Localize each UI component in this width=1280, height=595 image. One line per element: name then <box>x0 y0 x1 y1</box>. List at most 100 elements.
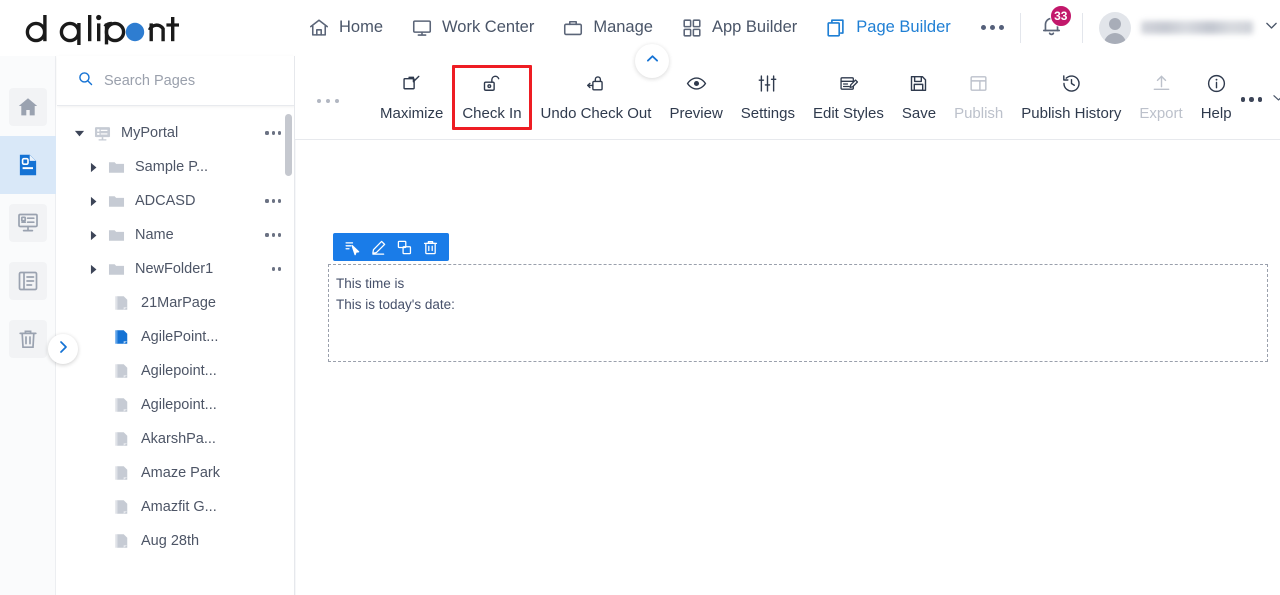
tree-node-myportal[interactable]: MyPortal <box>57 116 295 150</box>
nav-item-app-builder[interactable]: App Builder <box>667 0 811 56</box>
nav-item-page-builder[interactable]: Page Builder <box>811 0 964 56</box>
rail-item-portal[interactable] <box>0 194 56 252</box>
tree-node-menu-button[interactable] <box>265 199 281 203</box>
toolbar-button-label: Edit Styles <box>813 105 884 122</box>
dot <box>980 25 986 30</box>
tree-node-amazfit-g[interactable]: Amazfit G... <box>57 490 295 524</box>
folder-icon <box>103 226 129 245</box>
toolbar-overflow-right-button[interactable] <box>1240 97 1263 102</box>
portal-icon <box>9 204 47 242</box>
search-input[interactable]: Search Pages <box>104 73 195 89</box>
chevron-down-icon[interactable] <box>1270 89 1280 111</box>
editor-toolbar: Maximize Check In Undo Check Out Preview <box>295 44 1280 140</box>
tree-node-newfolder1[interactable]: NewFolder1 <box>57 252 295 286</box>
duplicate-icon[interactable] <box>392 235 416 259</box>
expand-panel-button[interactable] <box>48 334 78 364</box>
left-icon-rail <box>0 56 78 595</box>
info-icon <box>1206 73 1227 98</box>
toolbar-button-publish-history[interactable]: Publish History <box>1012 67 1130 128</box>
pencil-icon[interactable] <box>366 235 390 259</box>
toolbar-button-undo-check-out[interactable]: Undo Check Out <box>532 67 661 128</box>
rail-item-list[interactable] <box>0 252 56 310</box>
save-icon <box>908 73 929 98</box>
toolbar-button-label: Undo Check Out <box>540 105 652 122</box>
tree-node-menu-button[interactable] <box>271 267 281 271</box>
trash-icon <box>9 320 47 358</box>
toolbar-button-export: Export <box>1130 67 1191 128</box>
tree-scrollbar-thumb[interactable] <box>285 114 292 176</box>
tree-node-akarshpa[interactable]: AkarshPa... <box>57 422 295 456</box>
tree-node-adcasd[interactable]: ADCASD <box>57 184 295 218</box>
page-tree-list: MyPortal Sample P... ADCASD Name NewFold… <box>57 106 295 595</box>
page-file-icon <box>109 294 135 312</box>
avatar-icon <box>1098 11 1131 44</box>
toolbar-button-label: Save <box>901 105 937 122</box>
toolbar-overflow-left-button[interactable] <box>317 98 339 103</box>
tree-node-label: MyPortal <box>121 125 179 141</box>
search-pages-field[interactable]: Search Pages <box>57 56 295 106</box>
toolbar-button-settings[interactable]: Settings <box>732 67 804 128</box>
select-element-icon[interactable] <box>340 235 364 259</box>
lock-undo-icon <box>585 73 606 98</box>
toolbar-button-label: Publish History <box>1021 105 1122 122</box>
page-file-icon <box>109 328 135 346</box>
tree-node-menu-button[interactable] <box>265 233 281 237</box>
caret-down-icon[interactable] <box>69 128 89 139</box>
nav-item-home[interactable]: Home <box>294 0 397 56</box>
toolbar-button-label: Check In <box>462 105 522 122</box>
toolbar-button-save[interactable]: Save <box>893 67 945 128</box>
caret-right-icon[interactable] <box>83 162 103 173</box>
nav-item-work-center[interactable]: Work Center <box>397 0 548 56</box>
portal-icon <box>89 124 115 143</box>
nav-label: Work Center <box>442 18 535 36</box>
toolbar-button-label: Maximize <box>380 105 444 122</box>
toolbar-button-preview[interactable]: Preview <box>660 67 731 128</box>
dot <box>998 25 1004 30</box>
dot <box>989 25 995 30</box>
caret-right-icon[interactable] <box>83 230 103 241</box>
tree-node-name[interactable]: Name <box>57 218 295 252</box>
briefcase-icon <box>562 17 584 39</box>
nav-overflow-button[interactable] <box>965 0 1020 56</box>
tree-node-aug-28th[interactable]: Aug 28th <box>57 524 295 558</box>
tree-node-sample-p[interactable]: Sample P... <box>57 150 295 184</box>
tree-node-amaze-park[interactable]: Amaze Park <box>57 456 295 490</box>
tree-node-label: Aug 28th <box>141 533 200 549</box>
folder-icon <box>103 260 129 279</box>
user-name-label <box>1140 21 1253 34</box>
toolbar-button-publish: Publish <box>945 67 1012 128</box>
tree-node-menu-button[interactable] <box>265 131 281 135</box>
page-editor: Maximize Check In Undo Check Out Preview <box>295 44 1280 595</box>
caret-right-icon[interactable] <box>83 264 103 275</box>
user-menu[interactable] <box>1083 0 1280 56</box>
unlock-icon <box>481 73 502 98</box>
eye-icon <box>686 73 707 98</box>
tree-node-21marpage[interactable]: 21MarPage <box>57 286 295 320</box>
agilepoint-logo[interactable] <box>22 8 192 48</box>
toolbar-button-edit-styles[interactable]: Edit Styles <box>804 67 893 128</box>
tree-node-label: ADCASD <box>135 193 196 209</box>
collapse-toolbar-button[interactable] <box>635 44 669 78</box>
caret-right-icon[interactable] <box>83 196 103 207</box>
rail-item-recycle-bin[interactable] <box>0 310 56 368</box>
sliders-icon <box>757 73 778 98</box>
chevron-up-icon <box>644 50 661 72</box>
folder-icon <box>103 192 129 211</box>
toolbar-button-maximize[interactable]: Maximize <box>371 67 452 128</box>
element-action-toolbar <box>333 233 449 261</box>
trash-icon[interactable] <box>418 235 442 259</box>
tree-node-label: Amazfit G... <box>141 499 217 515</box>
page-file-icon <box>109 396 135 414</box>
page-content-dropzone[interactable]: This time is This is today's date: <box>328 264 1268 362</box>
tree-node-agilepoint-3[interactable]: Agilepoint... <box>57 388 295 422</box>
tree-node-agilepoint-2[interactable]: Agilepoint... <box>57 354 295 388</box>
rail-item-pages[interactable] <box>0 136 56 194</box>
canvas-left-edge <box>295 140 296 595</box>
toolbar-button-help[interactable]: Help <box>1192 67 1241 128</box>
tree-node-agilepoint-active[interactable]: AgilePoint... <box>57 320 295 354</box>
rail-item-home[interactable] <box>0 78 56 136</box>
toolbar-button-check-in[interactable]: Check In <box>452 65 532 130</box>
page-canvas[interactable]: This time is This is today's date: <box>295 140 1280 595</box>
nav-label: App Builder <box>711 18 798 36</box>
notifications-button[interactable]: 33 <box>1021 0 1082 56</box>
